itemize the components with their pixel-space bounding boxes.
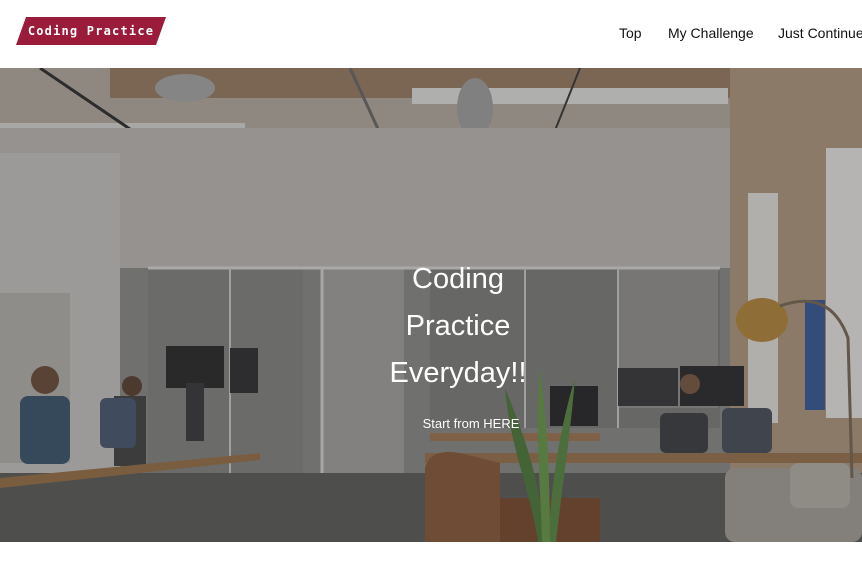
site-logo[interactable]: Coding Practice: [16, 17, 166, 45]
hero-title-line-1: Coding: [412, 263, 504, 295]
hero-title-line-3: Everyday!!: [389, 357, 527, 389]
logo-text: Coding Practice: [27, 24, 155, 38]
site-header: Coding Practice Top My Challenge Just Co…: [0, 0, 862, 68]
nav-my-challenge-link[interactable]: My Challenge: [668, 23, 754, 43]
nav-just-continue-link[interactable]: Just Continue: [778, 23, 862, 43]
start-here-link[interactable]: Start from HERE: [408, 414, 534, 434]
hero-section: Coding Practice Everyday!! Start from HE…: [0, 68, 862, 542]
hero-title: Coding Practice Everyday!!: [331, 256, 585, 397]
nav-top-link[interactable]: Top: [619, 23, 642, 43]
hero-title-line-2: Practice: [405, 310, 511, 342]
